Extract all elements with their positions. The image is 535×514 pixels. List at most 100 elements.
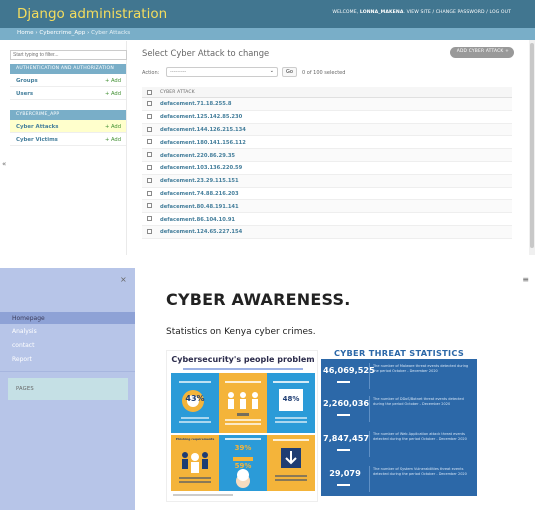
table-row[interactable]: defacement.80.48.191.141 bbox=[142, 200, 512, 214]
go-button[interactable]: Go bbox=[282, 67, 297, 77]
cyber-attack-link[interactable]: defacement.74.88.216.203 bbox=[160, 191, 239, 197]
cyber-attack-link[interactable]: defacement.86.104.10.91 bbox=[160, 217, 235, 223]
table-row[interactable]: defacement.180.141.156.112 bbox=[142, 136, 512, 150]
stat-description: The number of System Vulnerabilities thr… bbox=[373, 467, 467, 476]
scrollbar-thumb[interactable] bbox=[530, 43, 534, 248]
cyber-attack-link[interactable]: defacement.103.136.220.59 bbox=[160, 165, 242, 171]
cyber-attack-link[interactable]: defacement.180.141.156.112 bbox=[160, 140, 246, 146]
table-row[interactable]: defacement.23.29.115.151 bbox=[142, 174, 512, 188]
stat-row-web-app: 7,847,457 The number of Web Application … bbox=[321, 427, 477, 459]
poster-subtitle-strip-graphic bbox=[183, 368, 303, 370]
table-row[interactable]: defacement.103.136.220.59 bbox=[142, 162, 512, 175]
changelist-content: Select Cyber Attack to change ADD CYBER … bbox=[134, 41, 514, 255]
row-checkbox[interactable] bbox=[147, 139, 152, 145]
view-site-link[interactable]: VIEW SITE bbox=[407, 10, 431, 15]
cyber-attack-link[interactable]: defacement.71.18.255.8 bbox=[160, 101, 231, 107]
tools-sep: / bbox=[432, 10, 435, 15]
row-checkbox[interactable] bbox=[147, 177, 152, 183]
nav-item-homepage[interactable]: Homepage bbox=[0, 312, 135, 324]
site-brand[interactable]: Django administration bbox=[17, 6, 167, 22]
infographic-poster: Cybersecurity's people problem 43% 48% P… bbox=[166, 350, 318, 502]
poster-cell-4: Phishing requirements bbox=[171, 435, 219, 491]
row-checkbox[interactable] bbox=[147, 216, 152, 222]
cyber-attack-link[interactable]: defacement.125.142.85.230 bbox=[160, 114, 242, 120]
add-groups-link[interactable]: + Add bbox=[105, 78, 121, 84]
nav-item-report[interactable]: Report bbox=[0, 353, 135, 365]
nav-filter-input[interactable] bbox=[10, 50, 127, 60]
admin-sidebar: AUTHENTICATION AND AUTHORIZATION Groups … bbox=[10, 41, 127, 255]
page-subheading: Statistics on Kenya cyber crimes. bbox=[166, 327, 316, 337]
action-select[interactable]: --------- ⌄ bbox=[166, 67, 278, 77]
breadcrumb-sep: › bbox=[35, 30, 38, 36]
model-row-groups[interactable]: Groups + Add bbox=[10, 74, 126, 87]
table-row[interactable]: defacement.220.86.29.35 bbox=[142, 149, 512, 162]
model-link[interactable]: Cyber Victims bbox=[16, 137, 58, 143]
poster-cell-6 bbox=[267, 435, 315, 491]
breadcrumb: Home › Cybercrime_App › Cyber Attacks bbox=[0, 28, 535, 40]
model-link[interactable]: Groups bbox=[16, 78, 38, 84]
stat-row-malware: 46,069,525 The number of Malware threat … bbox=[321, 359, 477, 391]
stat-underline bbox=[337, 381, 350, 383]
add-cyber-attack-button[interactable]: ADD CYBER ATTACK + bbox=[449, 47, 514, 58]
poster-cell-graphic bbox=[179, 381, 211, 423]
table-row[interactable]: defacement.74.88.216.203 bbox=[142, 188, 512, 201]
select-all-checkbox[interactable] bbox=[147, 90, 152, 95]
row-checkbox[interactable] bbox=[147, 113, 152, 119]
column-header-label: CYBER ATTACK bbox=[160, 90, 195, 95]
add-cyber-attacks-link[interactable]: + Add bbox=[105, 124, 121, 130]
user-tools: WELCOME, LONNA_MAKENA. VIEW SITE / CHANG… bbox=[332, 10, 511, 15]
stat-row-ddos: 2,260,036 The number of DDoS/Botnet thre… bbox=[321, 392, 477, 424]
table-row[interactable]: defacement.71.18.255.8 bbox=[142, 98, 512, 111]
poster-footer-strip bbox=[173, 493, 313, 497]
model-link[interactable]: Cyber Attacks bbox=[16, 124, 58, 130]
cyber-attack-link[interactable]: defacement.144.126.215.134 bbox=[160, 127, 246, 133]
model-row-users[interactable]: Users + Add bbox=[10, 87, 126, 100]
cyber-attack-link[interactable]: defacement.124.65.227.154 bbox=[160, 229, 242, 235]
model-row-cyber-attacks[interactable]: Cyber Attacks + Add bbox=[10, 120, 126, 133]
add-cyber-victims-link[interactable]: + Add bbox=[105, 137, 121, 143]
table-row[interactable]: defacement.125.142.85.230 bbox=[142, 111, 512, 124]
table-row[interactable]: defacement.124.65.227.154 bbox=[142, 225, 512, 239]
model-row-cyber-victims[interactable]: Cyber Victims + Add bbox=[10, 133, 126, 146]
page-heading: CYBER AWARENESS. bbox=[166, 290, 351, 309]
menu-icon[interactable]: ≡ bbox=[522, 275, 529, 284]
stat-divider bbox=[369, 396, 370, 422]
collapse-sidebar-icon[interactable]: « bbox=[2, 160, 6, 168]
stat-number: 29,079 bbox=[329, 468, 361, 478]
breadcrumb-home[interactable]: Home bbox=[17, 30, 34, 36]
pages-section[interactable]: PAGES bbox=[8, 378, 128, 400]
nav-item-contact[interactable]: contact bbox=[0, 339, 135, 351]
cyber-attack-link[interactable]: defacement.80.48.191.141 bbox=[160, 204, 239, 210]
row-checkbox[interactable] bbox=[147, 228, 152, 234]
table-row[interactable]: defacement.144.126.215.134 bbox=[142, 123, 512, 137]
table-row[interactable]: defacement.86.104.10.91 bbox=[142, 213, 512, 226]
module-caption-cybercrime[interactable]: CYBERCRIME_APP bbox=[10, 110, 126, 120]
close-icon[interactable]: × bbox=[120, 275, 127, 284]
row-checkbox[interactable] bbox=[147, 164, 152, 170]
module-caption-auth[interactable]: AUTHENTICATION AND AUTHORIZATION bbox=[10, 64, 126, 74]
row-checkbox[interactable] bbox=[147, 190, 152, 196]
nav-item-analysis[interactable]: Analysis bbox=[0, 325, 135, 337]
add-users-link[interactable]: + Add bbox=[105, 91, 121, 97]
logout-link[interactable]: LOG OUT bbox=[489, 10, 511, 15]
cyber-attack-link[interactable]: defacement.220.86.29.35 bbox=[160, 153, 235, 159]
selection-counter: 0 of 100 selected bbox=[302, 70, 346, 76]
username: LONNA_MAKENA bbox=[359, 10, 404, 15]
cyber-attack-link[interactable]: defacement.23.29.115.151 bbox=[160, 178, 239, 184]
admin-header: Django administration WELCOME, LONNA_MAK… bbox=[0, 0, 535, 28]
stat-39-percent: 39% bbox=[234, 444, 252, 452]
change-password-link[interactable]: CHANGE PASSWORD bbox=[436, 10, 485, 15]
breadcrumb-current: Cyber Attacks bbox=[91, 30, 131, 36]
model-link[interactable]: Users bbox=[16, 91, 33, 97]
row-checkbox[interactable] bbox=[147, 152, 152, 158]
row-checkbox[interactable] bbox=[147, 101, 152, 106]
row-checkbox[interactable] bbox=[147, 126, 152, 132]
stat-48-percent: 48% bbox=[282, 395, 300, 403]
phishing-people-icons bbox=[179, 452, 211, 483]
actions-bar: Action: --------- ⌄ Go 0 of 100 selected bbox=[142, 67, 345, 77]
row-checkbox[interactable] bbox=[147, 203, 152, 209]
breadcrumb-app[interactable]: Cybercrime_App bbox=[39, 30, 85, 36]
page-scrollbar[interactable] bbox=[529, 40, 535, 255]
column-header[interactable]: CYBER ATTACK bbox=[142, 87, 512, 98]
